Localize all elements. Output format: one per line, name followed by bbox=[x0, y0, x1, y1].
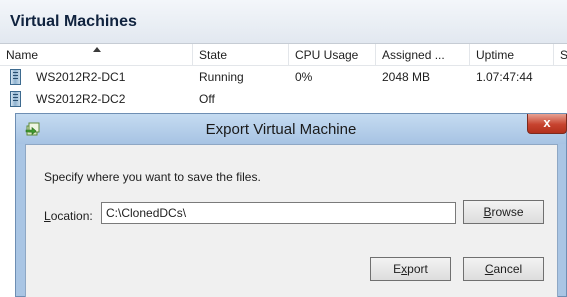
export-virtual-machine-dialog: Export Virtual Machine x Specify where y… bbox=[15, 113, 567, 297]
location-label-text: ocation: bbox=[50, 209, 93, 223]
vm-name: WS2012R2-DC2 bbox=[36, 92, 126, 106]
panel-title: Virtual Machines bbox=[10, 13, 137, 30]
column-header-name-label: Name bbox=[6, 48, 39, 62]
browse-button[interactable]: Browse bbox=[463, 200, 544, 224]
dialog-titlebar[interactable]: Export Virtual Machine x bbox=[16, 114, 567, 144]
close-button[interactable]: x bbox=[527, 114, 567, 134]
column-header-assigned-memory[interactable]: Assigned ... bbox=[376, 44, 470, 66]
sort-ascending-icon bbox=[93, 47, 101, 52]
virtual-machine-icon bbox=[10, 91, 21, 107]
browse-label: rowse bbox=[491, 205, 524, 219]
column-header-cpu-usage[interactable]: CPU Usage bbox=[289, 44, 376, 66]
table-row[interactable]: WS2012R2-DC2 Off bbox=[0, 88, 567, 110]
vm-state: Running bbox=[199, 70, 244, 84]
cancel-label: ancel bbox=[493, 262, 523, 276]
column-header-status[interactable]: S bbox=[554, 44, 567, 66]
vm-name: WS2012R2-DC1 bbox=[36, 70, 126, 84]
export-label-start: E bbox=[393, 262, 402, 276]
virtual-machine-icon bbox=[10, 69, 21, 85]
vm-uptime: 1.07:47:44 bbox=[476, 70, 533, 84]
location-label-accelerator: L bbox=[44, 209, 51, 223]
vm-cpu-usage: 0% bbox=[295, 70, 313, 84]
column-header-uptime[interactable]: Uptime bbox=[470, 44, 554, 66]
browse-accelerator: B bbox=[483, 205, 492, 219]
dialog-title: Export Virtual Machine bbox=[205, 121, 357, 138]
export-button[interactable]: Export bbox=[370, 257, 451, 281]
table-row[interactable]: WS2012R2-DC1 Running 0% 2048 MB 1.07:47:… bbox=[0, 66, 567, 88]
vm-assigned-memory: 2048 MB bbox=[382, 70, 431, 84]
cancel-button[interactable]: Cancel bbox=[463, 257, 544, 281]
save-location-prompt: Specify where you want to save the files… bbox=[44, 170, 261, 184]
export-label-end: port bbox=[407, 262, 428, 276]
dialog-body: Specify where you want to save the files… bbox=[25, 144, 558, 297]
location-input[interactable] bbox=[101, 202, 456, 224]
panel-header: Virtual Machines bbox=[0, 0, 567, 44]
column-header-state[interactable]: State bbox=[193, 44, 289, 66]
vm-state: Off bbox=[199, 92, 215, 106]
column-headers: Name State CPU Usage Assigned ... Uptime… bbox=[0, 44, 567, 66]
location-label: Location: bbox=[44, 209, 93, 223]
column-header-name[interactable]: Name bbox=[0, 44, 193, 66]
